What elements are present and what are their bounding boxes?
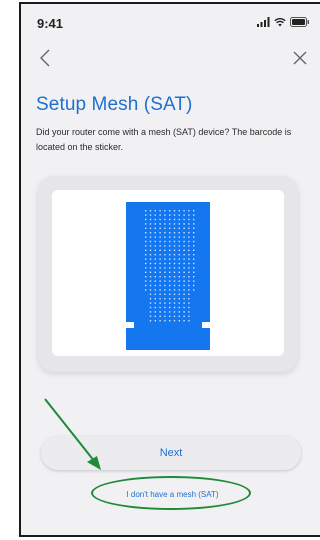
status-bar: 9:41 — [21, 4, 320, 40]
phone-frame: 9:41 Setup Mesh (SAT) Did your router co… — [19, 2, 320, 537]
status-time: 9:41 — [37, 16, 64, 31]
device-image-card — [38, 176, 298, 372]
no-mesh-link[interactable]: I don't have a mesh (SAT) — [21, 490, 320, 499]
close-icon — [292, 50, 308, 71]
chevron-left-icon — [38, 49, 52, 72]
page-description: Did your router come with a mesh (SAT) d… — [36, 127, 292, 152]
mesh-device-sticker-icon — [52, 202, 284, 360]
signal-icon — [257, 14, 270, 32]
back-button[interactable] — [31, 46, 59, 74]
page-title: Setup Mesh (SAT) — [36, 94, 193, 115]
device-image-frame — [52, 190, 284, 356]
close-button[interactable] — [286, 46, 314, 74]
wifi-icon — [274, 14, 286, 32]
battery-icon — [290, 14, 310, 32]
nav-bar — [21, 42, 320, 78]
status-icons — [257, 17, 310, 29]
next-button[interactable]: Next — [41, 436, 301, 470]
